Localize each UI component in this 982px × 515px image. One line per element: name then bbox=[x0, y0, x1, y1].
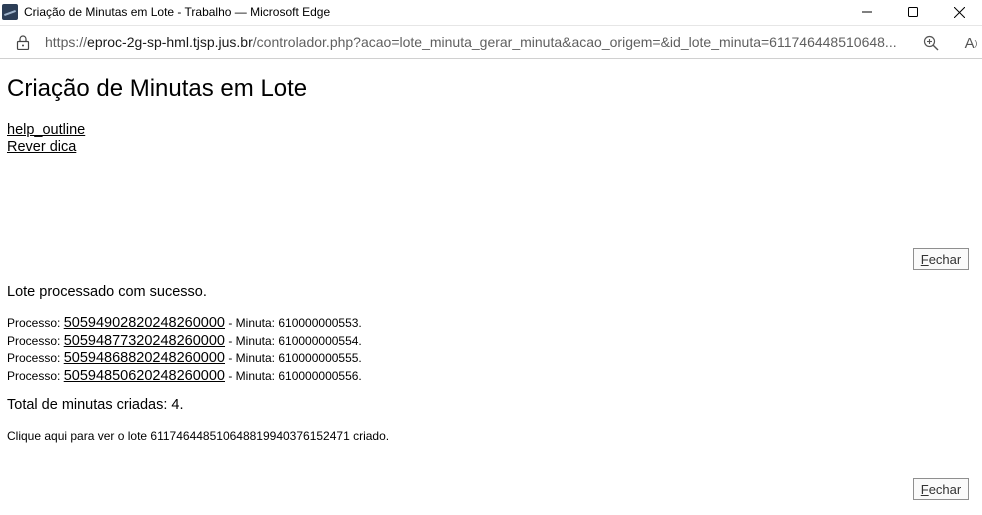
read-aloud-label: A bbox=[964, 34, 975, 52]
window-title-bar: Criação de Minutas em Lote - Trabalho — … bbox=[0, 0, 982, 24]
lock-icon[interactable] bbox=[15, 34, 31, 50]
minuta-text: - Minuta: 610000000556. bbox=[225, 368, 362, 383]
fechar-accesskey: F bbox=[920, 481, 929, 497]
minimize-button[interactable] bbox=[844, 0, 890, 24]
help-link[interactable]: help_outline bbox=[7, 122, 85, 138]
url-host: eproc-2g-sp-hml.tjsp.jus.br bbox=[87, 34, 253, 50]
success-message: Lote processado com sucesso. bbox=[7, 284, 207, 300]
minuta-text: - Minuta: 610000000553. bbox=[225, 316, 362, 330]
url-field[interactable]: https://eproc-2g-sp-hml.tjsp.jus.br/cont… bbox=[45, 34, 901, 50]
close-button[interactable] bbox=[936, 0, 982, 24]
minuta-text: - Minuta: 610000000554. bbox=[225, 333, 362, 348]
process-prefix: Processo: bbox=[7, 351, 64, 365]
view-lote-link[interactable]: Clique aqui para ver o lote 611746448510… bbox=[7, 429, 389, 443]
fechar-button-top[interactable]: Fechar bbox=[913, 248, 969, 270]
process-link[interactable]: 50594868820248260000 bbox=[64, 350, 225, 366]
fechar-label: echar bbox=[928, 251, 962, 267]
address-bar[interactable]: https://eproc-2g-sp-hml.tjsp.jus.br/cont… bbox=[0, 25, 982, 59]
process-link[interactable]: 50594877320248260000 bbox=[64, 333, 225, 349]
process-prefix: Processo: bbox=[7, 316, 64, 330]
process-prefix: Processo: bbox=[7, 333, 64, 348]
process-link[interactable]: 50594902820248260000 bbox=[64, 315, 225, 331]
page-content: Criação de Minutas em Lote help_outline … bbox=[0, 58, 982, 515]
fechar-button-bottom[interactable]: Fechar bbox=[913, 478, 969, 500]
window-title: Criação de Minutas em Lote - Trabalho — … bbox=[24, 5, 331, 19]
total-minutas: Total de minutas criadas: 4. bbox=[7, 397, 184, 413]
app-icon bbox=[2, 4, 18, 20]
fechar-label: echar bbox=[928, 481, 962, 497]
maximize-button[interactable] bbox=[890, 0, 936, 24]
list-item: Processo: 50594877320248260000 - Minuta:… bbox=[7, 333, 362, 351]
url-path: /controlador.php?acao=lote_minuta_gerar_… bbox=[252, 34, 897, 50]
window-controls bbox=[844, 0, 982, 24]
maximize-icon bbox=[908, 7, 918, 17]
page-title: Criação de Minutas em Lote bbox=[7, 75, 308, 102]
fechar-accesskey: F bbox=[920, 251, 929, 267]
list-item: Processo: 50594902820248260000 - Minuta:… bbox=[7, 315, 362, 333]
process-link[interactable]: 50594850620248260000 bbox=[64, 368, 225, 384]
read-aloud-icon[interactable]: A) bbox=[962, 34, 980, 52]
zoom-icon[interactable] bbox=[922, 34, 940, 52]
process-list: Processo: 50594902820248260000 - Minuta:… bbox=[7, 315, 362, 385]
url-scheme: https:// bbox=[45, 34, 88, 50]
list-item: Processo: 50594868820248260000 - Minuta:… bbox=[7, 350, 362, 368]
rever-dica-link[interactable]: Rever dica bbox=[7, 139, 76, 155]
close-icon bbox=[953, 6, 965, 18]
list-item: Processo: 50594850620248260000 - Minuta:… bbox=[7, 368, 362, 386]
process-prefix: Processo: bbox=[7, 368, 64, 383]
minimize-icon bbox=[862, 11, 872, 13]
minuta-text: - Minuta: 610000000555. bbox=[225, 351, 362, 365]
